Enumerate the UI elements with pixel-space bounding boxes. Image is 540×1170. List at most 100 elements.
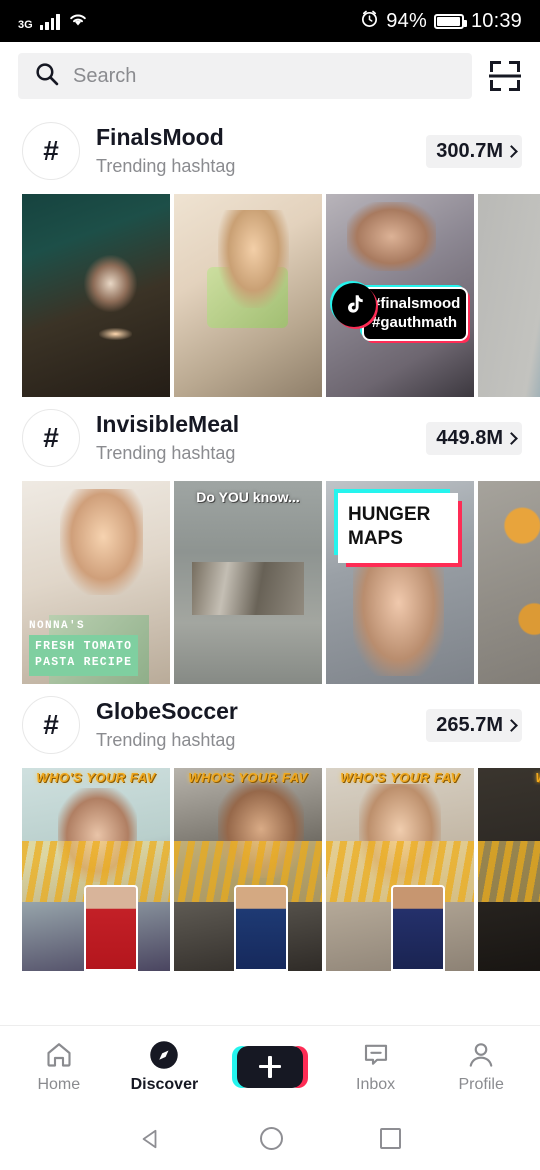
android-system-nav: [0, 1107, 540, 1170]
caption-line-1: #finalsmood: [372, 295, 461, 313]
video-thumbnail[interactable]: WHO'S YOUR FAV: [326, 768, 474, 971]
player-cutout: [84, 885, 138, 971]
hashtag-name: FinalsMood: [96, 124, 224, 151]
hashtag-avatar: #: [22, 409, 80, 467]
search-input[interactable]: Search: [18, 53, 472, 99]
hashtag-meta: FinalsMood Trending hashtag: [96, 125, 410, 176]
video-thumbnail[interactable]: Do YOU know...: [174, 481, 322, 684]
hashtag-header[interactable]: # GlobeSoccer Trending hashtag 265.7M: [0, 684, 540, 768]
hashtag-name: InvisibleMeal: [96, 411, 240, 438]
video-text-overlay: Do YOU know...: [196, 489, 300, 505]
tab-profile[interactable]: Profile: [435, 1039, 527, 1094]
status-bar-right: 94% 10:39: [360, 9, 522, 33]
hashtag-thumbnail-row[interactable]: WHO'S YOUR FAV WHO'S YOUR FAV WHO'S YOUR F…: [0, 768, 540, 971]
filter-text-overlay: WHO'S YOUR FAV: [340, 770, 460, 785]
signal-bars-icon: [39, 13, 60, 30]
hashtag-header[interactable]: # FinalsMood Trending hashtag 300.7M: [0, 110, 540, 194]
home-circle-icon[interactable]: [259, 1127, 283, 1150]
search-icon: [34, 61, 59, 91]
player-cutout: [234, 885, 288, 971]
filter-text-overlay: WHO'S YOUR FAV: [36, 770, 156, 785]
filter-band: [478, 841, 540, 902]
recipe-line-1: FRESH TOMATO: [35, 639, 133, 653]
hashtag-count-badge[interactable]: 265.7M: [426, 708, 522, 742]
hashtag-subtitle: Trending hashtag: [96, 729, 236, 750]
qr-scan-icon[interactable]: [488, 59, 522, 93]
hashtag-block: # InvisibleMeal Trending hashtag 449.8M NONN…: [0, 397, 540, 684]
tab-discover[interactable]: Discover: [118, 1039, 210, 1094]
hashtag-count-label: 300.7M: [436, 139, 503, 162]
recents-square-icon[interactable]: [380, 1128, 402, 1149]
hashtag-glyph: #: [43, 709, 59, 740]
recipe-overlay: NONNA'S FRESH TOMATO PASTA RECIPE: [29, 619, 139, 676]
video-thumbnail[interactable]: [478, 481, 540, 684]
hashtag-subtitle: Trending hashtag: [96, 442, 236, 463]
battery-percent-label: 94%: [386, 9, 427, 32]
battery-icon: [433, 13, 467, 29]
tab-create[interactable]: [224, 1045, 316, 1088]
caption-overlay: #finalsmood #gauthmath: [362, 287, 468, 341]
chevron-right-icon: [505, 144, 518, 158]
search-placeholder-text: Search: [73, 64, 137, 87]
network-type-label: 3G: [18, 19, 33, 31]
filter-text-overlay: WHO: [478, 770, 540, 785]
back-triangle-icon[interactable]: [139, 1127, 163, 1151]
hunger-line-2: MAPS: [348, 527, 403, 549]
hashtag-header[interactable]: # InvisibleMeal Trending hashtag 449.8M: [0, 397, 540, 481]
create-button-wrap: [231, 1045, 308, 1088]
video-thumbnail[interactable]: [174, 194, 322, 397]
hashtag-count-label: 449.8M: [436, 426, 503, 449]
hashtag-block: # FinalsMood Trending hashtag 300.7M #finals…: [0, 110, 540, 397]
discover-feed[interactable]: # FinalsMood Trending hashtag 300.7M #finals…: [0, 110, 540, 1025]
hashtag-thumbnail-row[interactable]: #finalsmood #gauthmath: [0, 194, 540, 397]
status-bar-left: 3G: [18, 10, 89, 32]
video-thumbnail[interactable]: WHO'S YOUR FAV: [22, 768, 170, 971]
hashtag-glyph: #: [43, 135, 59, 166]
hashtag-block: # GlobeSoccer Trending hashtag 265.7M WHO'S …: [0, 684, 540, 971]
tab-home[interactable]: Home: [13, 1039, 105, 1094]
video-thumbnail[interactable]: WHO: [478, 768, 540, 971]
tiktok-discover-screen: 3G 94% 10:39 Search # FinalsMood Trendin…: [0, 0, 540, 1170]
plus-icon[interactable]: [231, 1045, 308, 1088]
recipe-line-2: PASTA RECIPE: [35, 656, 133, 670]
hashtag-count-badge[interactable]: 300.7M: [426, 134, 522, 168]
recipe-box: FRESH TOMATO PASTA RECIPE: [29, 634, 139, 676]
hashtag-count-badge[interactable]: 449.8M: [426, 421, 522, 455]
person-icon: [465, 1039, 497, 1071]
inbox-icon: [360, 1039, 392, 1071]
tab-inbox[interactable]: Inbox: [330, 1039, 422, 1094]
hashtag-avatar: #: [22, 696, 80, 754]
status-bar: 3G 94% 10:39: [0, 0, 540, 42]
video-thumbnail[interactable]: #finalsmood #gauthmath: [326, 194, 474, 397]
search-header: Search: [0, 42, 540, 110]
tab-profile-label: Profile: [458, 1076, 504, 1093]
hashtag-list: # FinalsMood Trending hashtag 300.7M #finals…: [0, 110, 540, 971]
hashtag-subtitle: Trending hashtag: [96, 155, 236, 176]
hashtag-count-label: 265.7M: [436, 713, 503, 736]
recipe-title: NONNA'S: [29, 619, 86, 632]
video-thumbnail[interactable]: WHO'S YOUR FAV: [174, 768, 322, 971]
tab-home-label: Home: [37, 1076, 81, 1093]
hashtag-glyph: #: [43, 422, 59, 453]
tiktok-logo-icon: [332, 283, 376, 328]
clock-label: 10:39: [470, 9, 522, 32]
hashtag-meta: InvisibleMeal Trending hashtag: [96, 412, 410, 463]
tab-inbox-label: Inbox: [356, 1076, 396, 1093]
hashtag-thumbnail-row[interactable]: NONNA'S FRESH TOMATO PASTA RECIPE Do YOU kn…: [0, 481, 540, 684]
filter-text-overlay: WHO'S YOUR FAV: [188, 770, 308, 785]
home-icon: [43, 1039, 75, 1071]
hunger-line-1: HUNGER: [348, 504, 431, 525]
hashtag-meta: GlobeSoccer Trending hashtag: [96, 699, 410, 750]
alarm-clock-icon: [360, 9, 379, 33]
tab-discover-label: Discover: [130, 1076, 199, 1093]
hashtag-avatar: #: [22, 122, 80, 180]
video-thumbnail[interactable]: [478, 194, 540, 397]
hashtag-name: GlobeSoccer: [96, 698, 238, 725]
video-thumbnail[interactable]: [22, 194, 170, 397]
player-cutout: [391, 885, 446, 971]
video-thumbnail[interactable]: HUNGER MAPS: [326, 481, 474, 684]
chevron-right-icon: [505, 718, 518, 732]
chevron-right-icon: [505, 431, 518, 445]
video-thumbnail[interactable]: NONNA'S FRESH TOMATO PASTA RECIPE: [22, 481, 170, 684]
wifi-icon: [67, 10, 89, 32]
